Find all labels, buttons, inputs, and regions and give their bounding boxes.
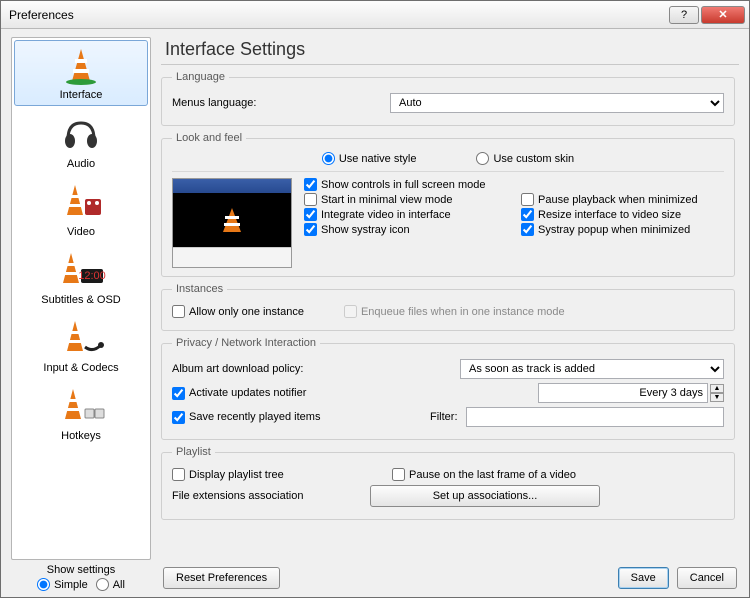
cone-keys-icon bbox=[55, 385, 107, 430]
category-interface[interactable]: Interface bbox=[14, 40, 148, 106]
cone-clock-icon: 12:00 bbox=[55, 249, 107, 294]
enqueue-files-check: Enqueue files when in one instance mode bbox=[344, 305, 565, 318]
save-button[interactable]: Save bbox=[618, 567, 669, 589]
menus-language-label: Menus language: bbox=[172, 97, 382, 109]
category-hotkeys[interactable]: Hotkeys bbox=[12, 380, 150, 448]
custom-skin-radio[interactable]: Use custom skin bbox=[476, 152, 574, 165]
look-and-feel-group: Look and feel Use native style Use custo… bbox=[161, 132, 735, 277]
updates-notifier-check[interactable]: Activate updates notifier bbox=[172, 387, 452, 400]
headphones-icon bbox=[60, 113, 102, 158]
display-playlist-tree-check[interactable]: Display playlist tree bbox=[172, 468, 352, 481]
cone-icon bbox=[60, 45, 102, 87]
show-controls-check[interactable]: Show controls in full screen mode bbox=[304, 178, 507, 191]
category-label: Input & Codecs bbox=[14, 362, 148, 374]
show-settings-all[interactable]: All bbox=[96, 578, 125, 591]
category-input-codecs[interactable]: Input & Codecs bbox=[12, 312, 150, 380]
category-subtitles[interactable]: 12:00 Subtitles & OSD bbox=[12, 244, 150, 312]
updates-interval-input[interactable] bbox=[538, 383, 708, 403]
titlebar: Preferences ? ✕ bbox=[1, 1, 749, 29]
menus-language-select[interactable]: Auto bbox=[390, 93, 724, 113]
category-label: Interface bbox=[15, 89, 147, 101]
show-systray-check[interactable]: Show systray icon bbox=[304, 223, 507, 236]
sidebar: Interface Audio Video 12:00 Subtitles & … bbox=[11, 37, 151, 591]
file-ext-label: File extensions association bbox=[172, 490, 362, 502]
systray-popup-check[interactable]: Systray popup when minimized bbox=[521, 223, 724, 236]
album-art-select[interactable]: As soon as track is added bbox=[460, 359, 724, 379]
pause-minimized-check[interactable]: Pause playback when minimized bbox=[521, 193, 724, 206]
preferences-window: Preferences ? ✕ Interface Audio Video bbox=[0, 0, 750, 598]
reset-preferences-button[interactable]: Reset Preferences bbox=[163, 567, 280, 589]
language-group: Language Menus language: Auto bbox=[161, 71, 735, 126]
save-recent-check[interactable]: Save recently played items bbox=[172, 411, 422, 424]
cancel-button[interactable]: Cancel bbox=[677, 567, 737, 589]
main-panel: Interface Settings Language Menus langua… bbox=[161, 37, 739, 591]
start-minimal-check[interactable]: Start in minimal view mode bbox=[304, 193, 507, 206]
instances-group: Instances Allow only one instance Enqueu… bbox=[161, 283, 735, 331]
filter-input[interactable] bbox=[466, 407, 725, 427]
page-title: Interface Settings bbox=[165, 39, 739, 60]
native-style-radio[interactable]: Use native style bbox=[322, 152, 417, 165]
setup-associations-button[interactable]: Set up associations... bbox=[370, 485, 600, 507]
pause-last-frame-check[interactable]: Pause on the last frame of a video bbox=[392, 468, 576, 481]
playlist-group: Playlist Display playlist tree Pause on … bbox=[161, 446, 735, 520]
category-label: Subtitles & OSD bbox=[14, 294, 148, 306]
category-list: Interface Audio Video 12:00 Subtitles & … bbox=[11, 37, 151, 560]
category-label: Video bbox=[14, 226, 148, 238]
cone-cable-icon bbox=[55, 317, 107, 362]
svg-text:12:00: 12:00 bbox=[78, 270, 106, 282]
cone-film-icon bbox=[57, 181, 105, 226]
album-art-label: Album art download policy: bbox=[172, 363, 452, 375]
close-button[interactable]: ✕ bbox=[701, 6, 745, 24]
updates-interval-spinner[interactable]: ▲▼ bbox=[710, 384, 724, 402]
category-audio[interactable]: Audio bbox=[12, 108, 150, 176]
privacy-group: Privacy / Network Interaction Album art … bbox=[161, 337, 735, 440]
category-label: Hotkeys bbox=[14, 430, 148, 442]
window-title: Preferences bbox=[9, 8, 74, 22]
show-settings: Show settings Simple All bbox=[11, 564, 151, 591]
resize-interface-check[interactable]: Resize interface to video size bbox=[521, 208, 724, 221]
interface-preview bbox=[172, 178, 292, 268]
category-video[interactable]: Video bbox=[12, 176, 150, 244]
help-button[interactable]: ? bbox=[669, 6, 699, 24]
show-settings-simple[interactable]: Simple bbox=[37, 578, 88, 591]
footer: Reset Preferences Save Cancel bbox=[161, 561, 739, 591]
filter-label: Filter: bbox=[430, 411, 458, 423]
integrate-video-check[interactable]: Integrate video in interface bbox=[304, 208, 507, 221]
allow-one-instance-check[interactable]: Allow only one instance bbox=[172, 305, 304, 318]
show-settings-label: Show settings bbox=[11, 564, 151, 576]
category-label: Audio bbox=[14, 158, 148, 170]
